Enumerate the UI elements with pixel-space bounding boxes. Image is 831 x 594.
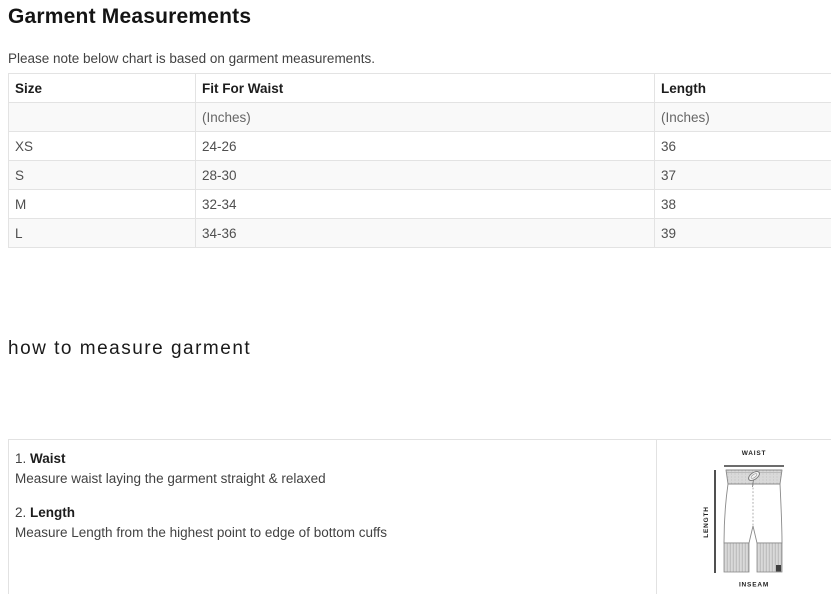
column-header-size: Size: [9, 74, 196, 103]
size-chart-table: Size Fit For Waist Length (Inches) (Inch…: [8, 73, 831, 248]
step-number: 1.: [15, 451, 26, 466]
measurement-note: Please note below chart is based on garm…: [8, 52, 831, 66]
diagram-cell: WAIST LENGTH INSEAM: [657, 440, 831, 594]
step-label: Waist: [30, 451, 66, 466]
step-title: 2. Length: [15, 503, 646, 523]
table-row-s: S 28-30 37: [9, 161, 831, 190]
how-to-measure-heading: how to measure garment: [8, 338, 831, 360]
size-cell: S: [9, 161, 196, 190]
step-description: Measure Length from the highest point to…: [15, 523, 646, 543]
diagram-length-label: LENGTH: [703, 506, 710, 538]
size-cell: XS: [9, 132, 196, 161]
unit-cell-length: (Inches): [655, 103, 831, 132]
column-header-length: Length: [655, 74, 831, 103]
table-row-xs: XS 24-26 36: [9, 132, 831, 161]
page-content: Garment Measurements Please note below c…: [0, 4, 831, 594]
step-label: Length: [30, 505, 75, 520]
waist-cell: 24-26: [196, 132, 655, 161]
step-waist: 1. Waist Measure waist laying the garmen…: [15, 449, 646, 489]
length-cell: 37: [655, 161, 831, 190]
size-cell: M: [9, 190, 196, 219]
length-cell: 39: [655, 219, 831, 248]
diagram-inseam-label: INSEAM: [739, 582, 769, 589]
step-number: 2.: [15, 505, 26, 520]
diagram-waist-label: WAIST: [742, 450, 767, 457]
unit-row: (Inches) (Inches): [9, 103, 831, 132]
waist-cell: 32-34: [196, 190, 655, 219]
step-title: 1. Waist: [15, 449, 646, 469]
table-row-m: M 32-34 38: [9, 190, 831, 219]
step-length: 2. Length Measure Length from the highes…: [15, 503, 646, 543]
table-row-l: L 34-36 39: [9, 219, 831, 248]
step-description: Measure waist laying the garment straigh…: [15, 469, 646, 489]
waist-cell: 34-36: [196, 219, 655, 248]
measure-steps: 1. Waist Measure waist laying the garmen…: [9, 440, 657, 594]
pants-measure-diagram-icon: WAIST LENGTH INSEAM: [657, 443, 831, 594]
unit-cell-waist: (Inches): [196, 103, 655, 132]
waist-cell: 28-30: [196, 161, 655, 190]
page-title: Garment Measurements: [8, 4, 831, 30]
column-header-fit-for-waist: Fit For Waist: [196, 74, 655, 103]
length-cell: 38: [655, 190, 831, 219]
measure-instructions-panel: 1. Waist Measure waist laying the garmen…: [8, 439, 831, 594]
unit-cell-size: [9, 103, 196, 132]
size-cell: L: [9, 219, 196, 248]
header-row: Size Fit For Waist Length: [9, 74, 831, 103]
length-cell: 36: [655, 132, 831, 161]
